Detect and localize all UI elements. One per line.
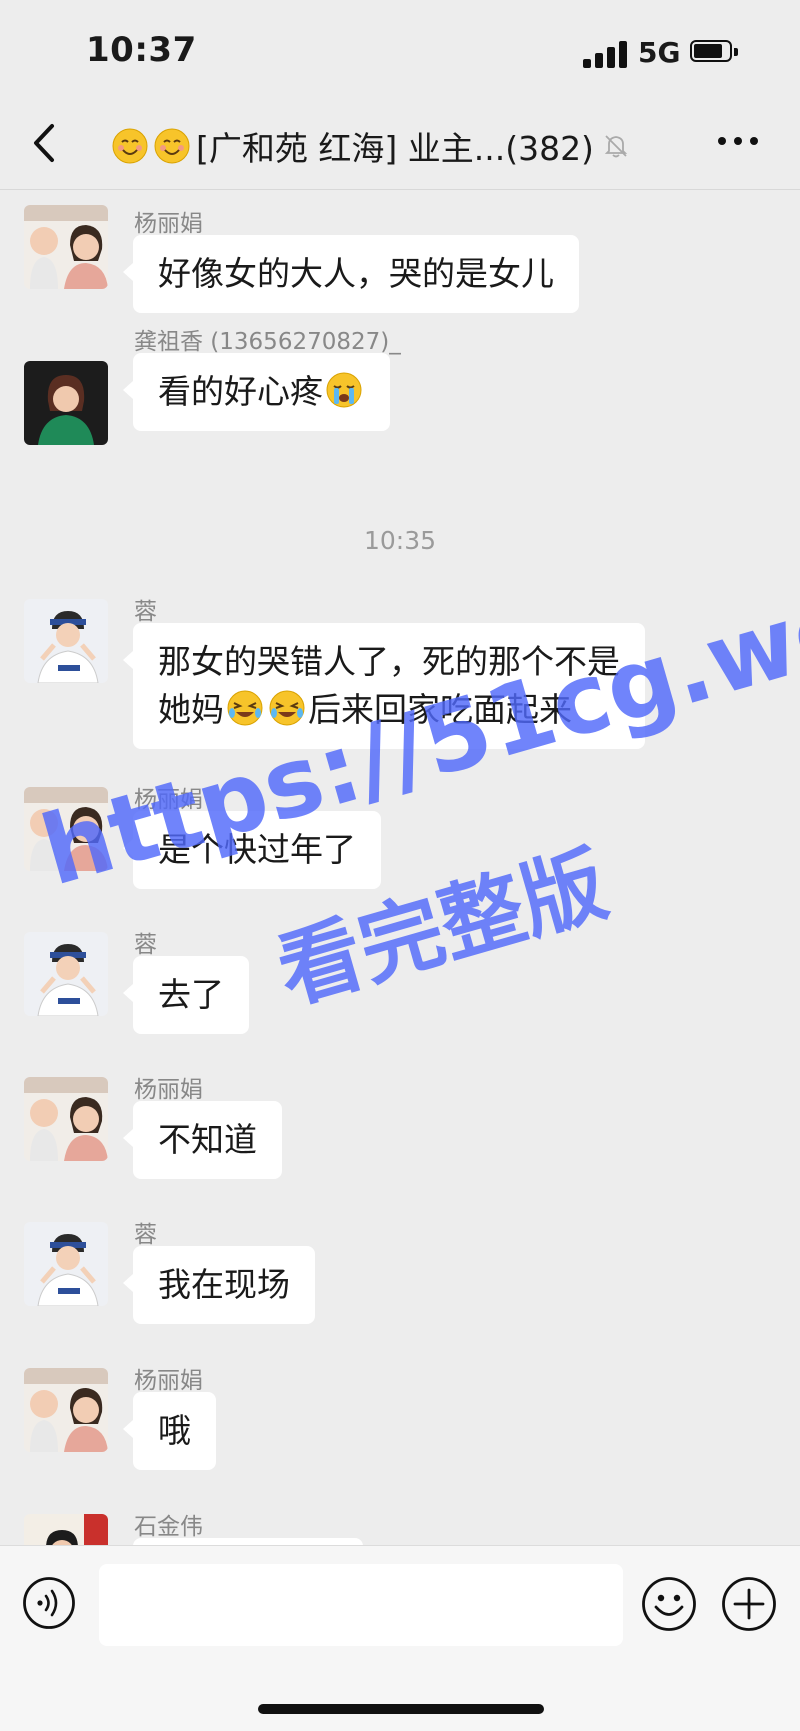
message-bubble[interactable]: 看的好心疼 (123, 353, 390, 431)
emoji-icon[interactable] (641, 1576, 697, 1632)
chevron-left-icon[interactable] (26, 118, 66, 168)
message-text: 看的好心疼 (158, 372, 323, 411)
chat-title-text: [广和苑 红海] 业主...(382) (196, 129, 594, 168)
smiley-emoji-icon (154, 128, 190, 164)
chat-header: [广和苑 红海] 业主...(382) (0, 100, 800, 190)
bell-slash-icon (604, 135, 628, 158)
message-text-line: 她妈 后来回家吃面起来 (158, 686, 620, 734)
status-time: 10:37 (86, 30, 197, 70)
voice-icon[interactable] (22, 1576, 76, 1630)
input-bar (0, 1545, 800, 1731)
message-bubble[interactable]: 好像女的大人，哭的是女儿 (123, 235, 579, 313)
laughing-crying-emoji-icon (269, 690, 305, 726)
battery-icon (690, 40, 740, 64)
chat-title[interactable]: [广和苑 红海] 业主...(382) (112, 122, 630, 170)
message-bubble[interactable]: 去了 (123, 956, 249, 1034)
message-input[interactable] (99, 1564, 623, 1646)
avatar[interactable] (24, 1368, 108, 1452)
sender-name: 蓉 (134, 932, 157, 958)
network-type: 5G (638, 36, 681, 69)
avatar[interactable] (24, 205, 108, 289)
sender-name: 杨丽娟 (134, 1368, 203, 1394)
message-bubble[interactable]: 不知道 (123, 1101, 282, 1179)
message-bubble[interactable]: 那女的哭错人了，死的那个不是 她妈 后来回家吃面起来 (123, 623, 645, 749)
message-text: 我在现场 (158, 1265, 290, 1304)
home-indicator[interactable] (258, 1704, 544, 1714)
sender-name: 杨丽娟 (134, 787, 203, 813)
crying-emoji-icon (326, 372, 362, 408)
message-bubble[interactable]: 我在现场 (123, 1246, 315, 1324)
message-bubble[interactable]: 是个快过年了 (123, 811, 381, 889)
plus-icon[interactable] (721, 1576, 777, 1632)
avatar[interactable] (24, 1222, 108, 1306)
laughing-crying-emoji-icon (227, 690, 263, 726)
message-text: 不知道 (158, 1120, 257, 1159)
avatar[interactable] (24, 599, 108, 683)
avatar[interactable] (24, 361, 108, 445)
avatar[interactable] (24, 1077, 108, 1161)
message-text: 她妈 (158, 690, 224, 729)
message-text: 那女的哭错人了，死的那个不是 (158, 642, 620, 681)
status-bar: 10:37 5G (0, 0, 800, 100)
sender-name: 龚祖香 (13656270827)_ (134, 329, 401, 355)
sender-name: 杨丽娟 (134, 1077, 203, 1103)
sender-name: 蓉 (134, 599, 157, 625)
sender-name: 蓉 (134, 1222, 157, 1248)
chat-message-list[interactable]: 杨丽娟 好像女的大人，哭的是女儿 龚祖香 (13656270827)_ 看的好心… (0, 190, 800, 1545)
message-text: 去了 (158, 975, 224, 1014)
signal-icon (583, 40, 629, 68)
message-text: 后来回家吃面起来 (308, 690, 572, 729)
ellipsis-icon[interactable] (718, 130, 762, 150)
timestamp: 10:35 (363, 526, 437, 555)
message-bubble[interactable] (133, 1538, 363, 1545)
avatar[interactable] (24, 787, 108, 871)
message-text: 好像女的大人，哭的是女儿 (158, 254, 554, 293)
avatar[interactable] (24, 932, 108, 1016)
message-bubble[interactable]: 哦 (123, 1392, 216, 1470)
sender-name: 石金伟 (134, 1514, 203, 1540)
message-text: 哦 (158, 1411, 191, 1450)
smiley-emoji-icon (112, 128, 148, 164)
message-text: 是个快过年了 (158, 830, 356, 869)
avatar[interactable] (24, 1514, 108, 1545)
sender-name: 杨丽娟 (134, 211, 203, 237)
